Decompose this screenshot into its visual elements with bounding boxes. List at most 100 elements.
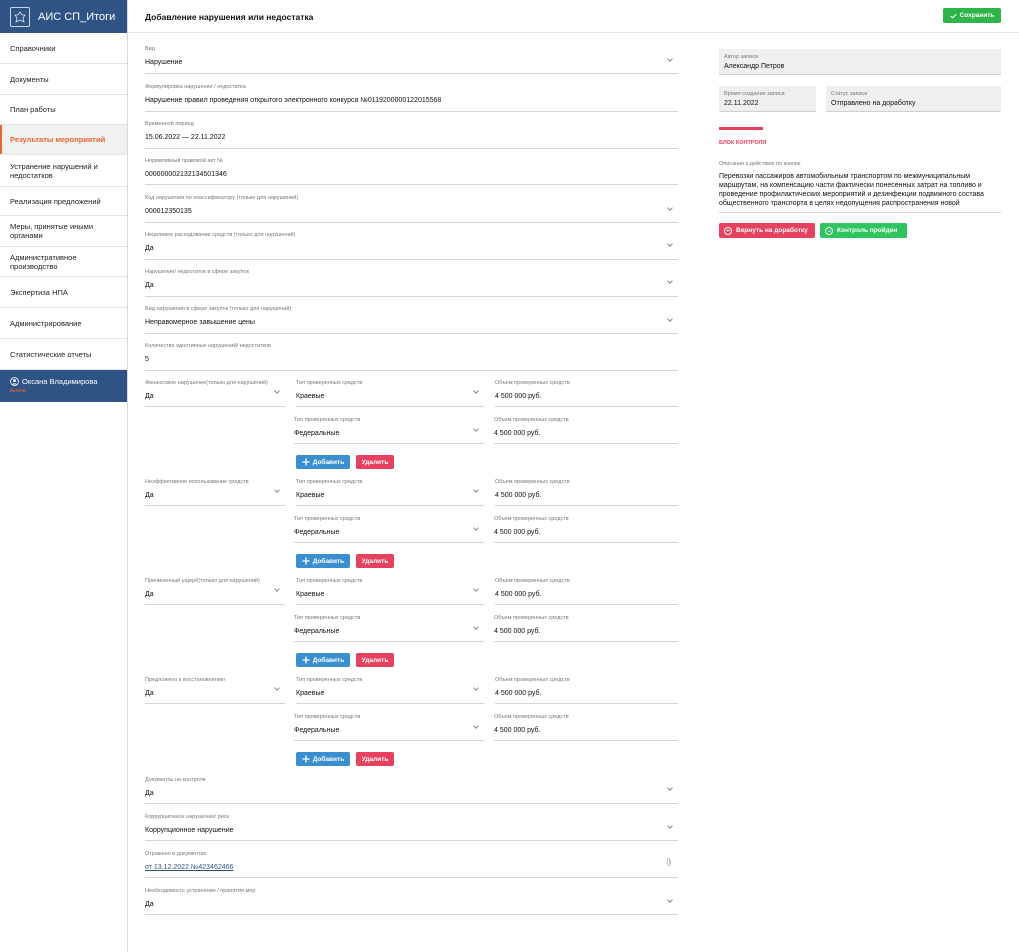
add-button[interactable]: Добавить [296,653,350,667]
field-label: Нарушение/ недостаток в сфере закупок [145,269,249,275]
field-value: 4 500 000 руб. [494,727,541,734]
return-icon [724,226,732,235]
sidebar-item-npa-expertise[interactable]: Экспертиза НПА [0,277,127,308]
chevron-down-icon [473,388,479,394]
sidebar-item-elimination[interactable]: Устранение нарушений и недостатков [0,155,110,186]
add-button[interactable]: Добавить [296,554,350,568]
funds-type-select[interactable]: Тип проверенных средств Краевые [296,677,484,704]
reflected-docs-field[interactable]: Отражено в документах от 13.12.2022 №423… [145,851,678,878]
save-button[interactable]: Сохранить [943,8,1001,23]
count-field[interactable]: Количество однотипных нарушений/ недоста… [145,343,678,371]
sidebar-item-proposals[interactable]: Реализация предложений [0,186,127,216]
field-label: Тип проверенных средств [296,578,363,584]
corruption-select[interactable]: Коррупционное нарушение/ риск Коррупцион… [145,814,678,841]
financial-violation-select[interactable]: Финансовое нарушение(только для нарушени… [145,380,285,407]
docs-control-select[interactable]: Документы на контроле Да [145,777,678,804]
sidebar-item-statistics[interactable]: Статистические отчеты [0,339,127,370]
add-button[interactable]: Добавить [296,455,350,469]
description-text[interactable]: Перевозки пассажиров автомобильным транс… [719,172,1001,208]
sidebar-item-label: План работы [10,105,56,114]
delete-button[interactable]: Удалить [356,752,394,766]
funds-type-select[interactable]: Тип проверенных средств Краевые [296,479,484,506]
field-label: Вид нарушения в сфере закупок (только дл… [145,306,292,312]
field-label: Тип проверенных средств [296,380,363,386]
field-value: 4 500 000 руб. [495,393,542,400]
field-value: Да [145,282,154,289]
restoration-select[interactable]: Предложено к восстановлению Да [145,677,285,704]
control-block-title: БЛОК КОНТРОЛЯ [719,140,767,146]
procurement-type-select[interactable]: Вид нарушения в сфере закупок (только дл… [145,306,678,334]
sidebar-header[interactable]: АИС СП_Итоги [0,0,127,33]
type-select[interactable]: Вид Нарушение [145,46,678,74]
field-label: Количество однотипных нарушений/ недоста… [145,343,271,349]
sidebar-item-other-bodies[interactable]: Меры, принятые иными органами [0,216,127,247]
funds-type-select[interactable]: Тип проверенных средств Федеральные [294,714,484,741]
return-for-revision-button[interactable]: Вернуть на доработку [719,223,815,238]
field-value: Федеральные [294,430,340,437]
funds-amount-field[interactable]: Объем проверенных средств 4 500 000 руб. [494,714,678,741]
delete-button[interactable]: Удалить [356,653,394,667]
field-value: Да [145,790,154,797]
funds-amount-field[interactable]: Объем проверенных средств 4 500 000 руб. [494,516,678,543]
field-label: Предложено к восстановлению [145,677,226,683]
damage-select[interactable]: Причиненный ущерб(только для нарушений) … [145,578,285,605]
procurement-select[interactable]: Нарушение/ недостаток в сфере закупок Да [145,269,678,297]
funds-type-select[interactable]: Тип проверенных средств Краевые [296,380,484,407]
funds-amount-field[interactable]: Объем проверенных средств 4 500 000 руб. [495,479,678,506]
funds-type-select[interactable]: Тип проверенных средств Федеральные [294,615,484,642]
funds-amount-field[interactable]: Объем проверенных средств 4 500 000 руб. [494,417,678,444]
logout-link[interactable]: выход [10,388,127,394]
chevron-down-icon [473,426,479,432]
misuse-select[interactable]: Нецелевое расходование средств (только д… [145,232,678,260]
field-value: Нарушение правил проведения открытого эл… [145,97,442,104]
control-passed-button[interactable]: Контроль пройден [820,223,907,238]
sidebar-item-administration[interactable]: Администрирование [0,308,127,339]
field-value: Да [145,690,154,697]
field-label: Нецелевое расходование средств (только д… [145,232,296,238]
npa-field[interactable]: Нормативный правовой акт № 0000000021321… [145,158,678,185]
funds-amount-field[interactable]: Объем проверенных средств 4 500 000 руб. [494,615,678,642]
sidebar-item-label: Экспертиза НПА [10,287,68,297]
period-field[interactable]: Временной период 15.06.2022 — 22.11.2022 [145,121,678,149]
sidebar-item-administrative[interactable]: Административное производство [0,247,127,277]
sidebar-item-label: Документы [10,74,49,84]
app-title: АИС СП_Итоги [38,10,116,23]
funds-type-select[interactable]: Тип проверенных средств Федеральные [294,417,484,444]
sidebar-item-label: Реализация предложений [10,196,101,206]
chevron-down-icon [473,685,479,691]
field-value: Да [145,901,154,908]
field-value: Краевые [296,393,325,400]
ineffective-use-select[interactable]: Неэффективное использование средств Да [145,479,285,506]
funds-amount-field[interactable]: Объем проверенных средств 4 500 000 руб. [495,578,678,605]
funds-type-select[interactable]: Тип проверенных средств Федеральные [294,516,484,543]
chevron-down-icon [274,685,280,691]
return-button-label: Вернуть на доработку [736,227,808,234]
sidebar-item-event-results[interactable]: Результаты мероприятий [0,125,127,155]
field-label: Тип проверенных средств [294,615,361,621]
add-button[interactable]: Добавить [296,752,350,766]
field-value: Коррупционное нарушение [145,827,234,834]
delete-button[interactable]: Удалить [356,455,394,469]
paperclip-icon[interactable] [666,857,672,869]
necessity-select[interactable]: Необходимость устранения / принятия мер … [145,888,678,915]
sidebar-item-documents[interactable]: Документы [0,64,127,95]
document-link[interactable]: от 13.12.2022 №423462466 [145,864,233,871]
classifier-code-select[interactable]: Код нарушения по классификатору (только … [145,195,678,223]
plus-icon [302,557,310,565]
field-value: Да [145,393,154,400]
funds-amount-field[interactable]: Объем проверенных средств 4 500 000 руб. [495,380,678,407]
user-icon [10,377,19,386]
funds-amount-field[interactable]: Объем проверенных средств 4 500 000 руб. [495,677,678,704]
author-box: Автор записи Александр Петров [719,49,1001,75]
funds-type-select[interactable]: Тип проверенных средств Краевые [296,578,484,605]
field-label: Статус записи [831,91,868,97]
chevron-down-icon [473,487,479,493]
formulation-field[interactable]: Формулировка нарушения / недостатка Нару… [145,84,678,112]
sidebar-item-references[interactable]: Справочники [0,33,127,64]
delete-button[interactable]: Удалить [356,554,394,568]
sidebar-item-work-plan[interactable]: План работы [0,95,127,125]
add-button-label: Добавить [312,458,345,466]
delete-button-label: Удалить [361,755,389,763]
chevron-down-icon [274,586,280,592]
field-value: Федеральные [294,628,340,635]
